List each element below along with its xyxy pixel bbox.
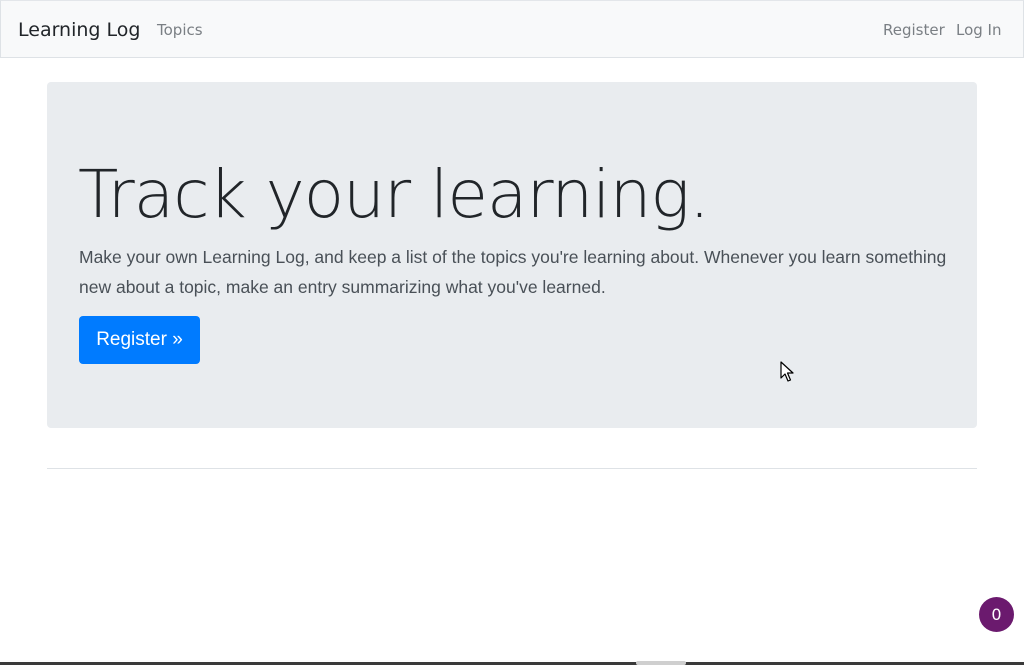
hero-title: Track your learning. xyxy=(78,156,710,233)
hero-lead-text: Make your own Learning Log, and keep a l… xyxy=(79,247,947,297)
nav-link-register[interactable]: Register xyxy=(883,20,945,40)
brand-link[interactable]: Learning Log xyxy=(18,18,140,42)
register-button[interactable]: Register » xyxy=(79,316,200,364)
mouse-pointer-icon xyxy=(780,361,794,382)
nav-link-topics[interactable]: Topics xyxy=(157,20,203,40)
bottom-scroll-handle xyxy=(636,661,686,665)
top-navbar: Learning Log Topics Register Log In xyxy=(0,0,1024,58)
hero-jumbotron: Track your learning. Make your own Learn… xyxy=(47,82,977,428)
horizontal-divider xyxy=(47,468,977,469)
nav-link-login[interactable]: Log In xyxy=(956,20,1002,40)
notification-count-badge[interactable]: 0 xyxy=(979,597,1014,632)
